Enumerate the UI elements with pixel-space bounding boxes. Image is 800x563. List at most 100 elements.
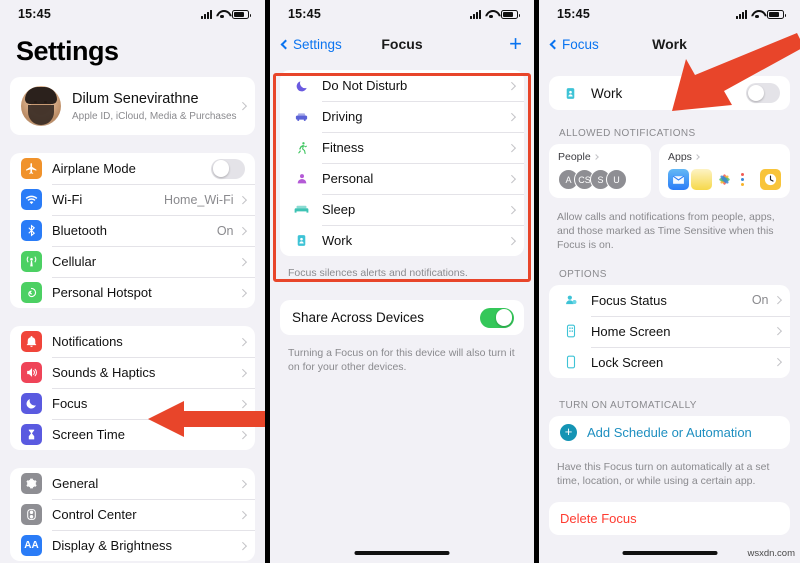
settings-row-airplane-mode[interactable]: Airplane Mode (10, 153, 255, 184)
battery-icon (501, 9, 520, 19)
share-across-devices-toggle[interactable] (480, 307, 514, 328)
hotspot-icon (21, 282, 42, 303)
status-time: 15:45 (288, 7, 321, 21)
settings-row-notifications[interactable]: Notifications (10, 326, 255, 357)
system-group: General Control Center AA Display & Brig… (10, 468, 255, 561)
delete-focus-button[interactable]: Delete Focus (549, 502, 790, 535)
sliders-icon (21, 504, 42, 525)
airplane-mode-toggle[interactable] (211, 158, 245, 179)
apps-label: Apps (668, 151, 692, 163)
profile-group: Dilum Senevirathne Apple ID, iCloud, Med… (10, 77, 255, 135)
focus-footnote: Focus silences alerts and notifications. (288, 267, 468, 279)
row-label: Focus (52, 396, 88, 411)
profile-name: Dilum Senevirathne (72, 91, 199, 108)
settings-row-wifi[interactable]: Wi-Fi Home_Wi-Fi (10, 184, 255, 215)
profile-subtitle: Apple ID, iCloud, Media & Purchases (72, 110, 237, 122)
delete-focus-group: Delete Focus (549, 501, 790, 535)
settings-row-display-brightness[interactable]: AA Display & Brightness (10, 530, 255, 561)
settings-row-cellular[interactable]: Cellular (10, 246, 255, 277)
row-value: On (216, 223, 234, 238)
row-label: Screen Time (52, 427, 125, 442)
row-value: Home_Wi-Fi (164, 192, 234, 207)
people-card-title: People (558, 151, 642, 163)
row-label: Do Not Disturb (322, 78, 408, 93)
add-schedule-row[interactable]: + Add Schedule or Automation (549, 416, 790, 449)
share-across-devices-row[interactable]: Share Across Devices (280, 300, 524, 335)
badge-icon (560, 83, 581, 104)
settings-row-personal-hotspot[interactable]: Personal Hotspot (10, 277, 255, 308)
share-footnote: Turning a Focus on for this device will … (288, 347, 515, 374)
focus-panel: 15:45 Settings Focus + Do Not Disturb Dr… (270, 0, 534, 563)
add-schedule-label: Add Schedule or Automation (587, 424, 752, 440)
speaker-icon (21, 362, 42, 383)
reminders-app-icon (737, 169, 758, 190)
option-row-lock-screen[interactable]: Lock Screen (549, 346, 790, 378)
settings-row-focus[interactable]: Focus (10, 388, 255, 419)
avatar-initials: U (606, 169, 627, 190)
people-card[interactable]: People A CS S U (549, 144, 651, 198)
nav-bar: Settings Focus + (270, 28, 534, 60)
people-label: People (558, 151, 591, 163)
plus-circle-icon: + (560, 423, 577, 441)
focus-row-fitness[interactable]: Fitness (280, 132, 524, 163)
chevron-right-icon (238, 337, 247, 346)
focus-row-personal[interactable]: Personal (280, 163, 524, 194)
focus-row-sleep[interactable]: Sleep (280, 194, 524, 225)
status-time: 15:45 (18, 7, 51, 21)
text-size-icon: AA (21, 535, 42, 556)
chevron-right-icon (238, 257, 247, 266)
option-row-home-screen[interactable]: Home Screen (549, 315, 790, 347)
focus-modes-group: Do Not Disturb Driving Fitness Personal … (280, 70, 524, 256)
clock-app-icon (760, 169, 781, 190)
gear-icon (21, 473, 42, 494)
work-focus-toggle-row[interactable]: Work (549, 76, 790, 110)
row-label: Control Center (52, 507, 137, 522)
settings-panel: 15:45 Settings Dilum Senevirathne Apple … (0, 0, 265, 563)
option-row-focus-status[interactable]: Focus Status On (549, 285, 790, 316)
options-group: Focus Status On Home Screen Lock Screen (549, 284, 790, 378)
back-button-settings[interactable]: Settings (280, 37, 342, 52)
wifi-status-icon (751, 10, 763, 19)
chevron-right-icon (773, 296, 782, 304)
status-icons (201, 9, 251, 19)
settings-row-screen-time[interactable]: Screen Time (10, 419, 255, 450)
avatar (21, 86, 61, 126)
chevron-right-icon (238, 430, 247, 439)
apple-id-row[interactable]: Dilum Senevirathne Apple ID, iCloud, Med… (10, 77, 255, 135)
chevron-right-icon (773, 327, 782, 335)
home-indicator (622, 551, 717, 555)
watermark: wsxdn.com (747, 548, 795, 559)
chevron-right-icon (238, 288, 247, 297)
settings-row-bluetooth[interactable]: Bluetooth On (10, 215, 255, 246)
settings-row-sounds-haptics[interactable]: Sounds & Haptics (10, 357, 255, 388)
bluetooth-icon (21, 220, 42, 241)
chevron-right-icon (238, 226, 247, 235)
chevron-right-icon (507, 174, 516, 183)
page-title: Settings (16, 36, 119, 66)
panel-divider-2 (534, 0, 539, 563)
chevron-right-icon (238, 399, 247, 408)
notes-app-icon (691, 169, 712, 190)
cellular-signal-icon (201, 9, 212, 19)
settings-row-control-center[interactable]: Control Center (10, 499, 255, 530)
focus-row-do-not-disturb[interactable]: Do Not Disturb (280, 70, 524, 101)
battery-icon (232, 9, 251, 19)
people-avatars: A CS S U (558, 169, 642, 190)
chevron-right-icon (694, 154, 700, 160)
apps-card[interactable]: Apps (659, 144, 790, 198)
moon-icon (21, 393, 42, 414)
add-focus-button[interactable]: + (509, 33, 522, 55)
focus-row-work[interactable]: Work (280, 225, 524, 256)
row-value: On (751, 293, 769, 308)
status-bar: 15:45 (0, 0, 265, 28)
settings-row-general[interactable]: General (10, 468, 255, 499)
work-focus-toggle[interactable] (746, 83, 780, 103)
focus-row-driving[interactable]: Driving (280, 101, 524, 132)
back-button-focus[interactable]: Focus (549, 37, 599, 52)
row-label: Sounds & Haptics (52, 365, 156, 380)
row-label: Personal Hotspot (52, 285, 152, 300)
row-label: Notifications (52, 334, 123, 349)
row-label: Share Across Devices (292, 310, 425, 326)
row-label: Home Screen (591, 323, 671, 339)
status-icons (470, 9, 520, 19)
